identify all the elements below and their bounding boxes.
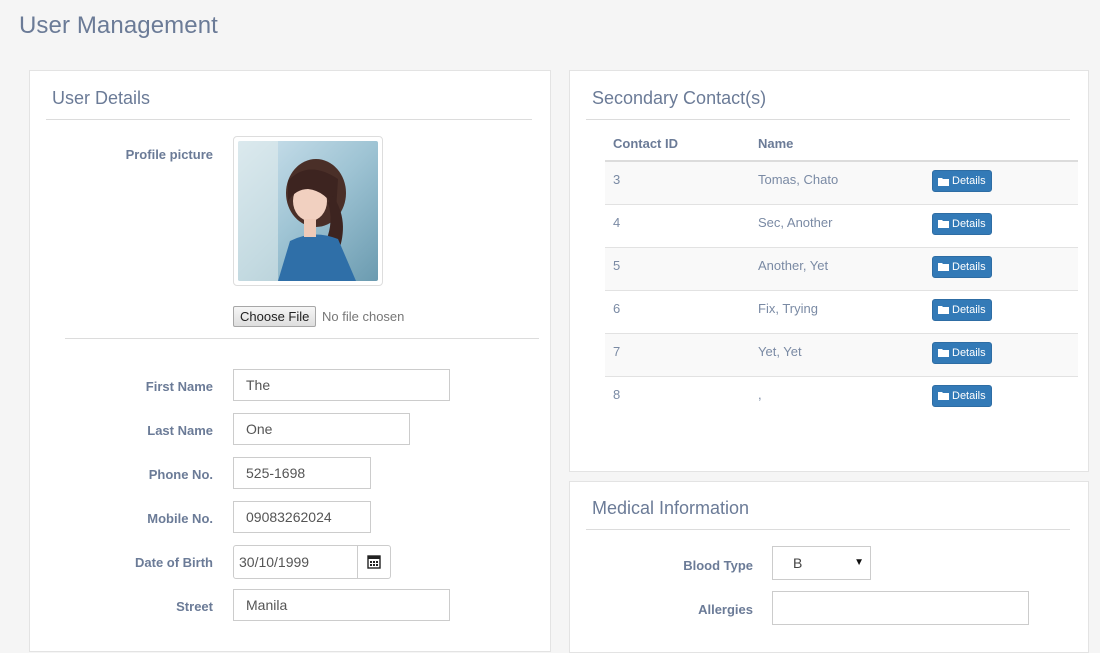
folder-icon <box>938 263 949 272</box>
secondary-contacts-panel: Secondary Contact(s) Contact ID Name 3 To… <box>569 70 1089 472</box>
details-cell: Details <box>924 246 1078 290</box>
street-input[interactable]: Manila <box>233 589 450 621</box>
divider <box>586 529 1070 530</box>
contact-name-cell: Fix, Trying <box>750 289 924 333</box>
file-status: No file chosen <box>322 309 405 324</box>
page-title: User Management <box>19 12 218 39</box>
table-row: 8, Details <box>605 375 1078 419</box>
user-details-title: User Details <box>52 88 151 108</box>
table-row: 5 Another, Yet Details <box>605 246 1078 290</box>
details-button[interactable]: Details <box>932 384 992 407</box>
calendar-icon <box>367 555 381 569</box>
table-row: 6 Fix, Trying Details <box>605 289 1078 333</box>
details-button[interactable]: Details <box>932 298 992 321</box>
divider <box>586 119 1070 120</box>
details-label: Details <box>952 303 986 316</box>
folder-icon <box>938 392 949 401</box>
details-label: Details <box>952 346 986 359</box>
contact-id-cell: 7 <box>605 332 750 376</box>
folder-icon <box>938 306 949 315</box>
details-cell: Details <box>924 375 1078 419</box>
table-row: 4 Sec, Another Details <box>605 203 1078 247</box>
caret-down-icon: ▼ <box>854 557 864 568</box>
profile-picture-label: Profile picture <box>125 147 213 162</box>
last-name-label: Last Name <box>147 423 213 438</box>
medical-panel: Medical Information Blood Type B ▼ Aller… <box>569 481 1089 653</box>
mobile-input[interactable]: 09083262024 <box>233 501 371 533</box>
phone-input[interactable]: 525-1698 <box>233 457 371 489</box>
column-header <box>924 126 1078 162</box>
details-button[interactable]: Details <box>932 212 992 235</box>
first-name-label: First Name <box>145 379 213 394</box>
contact-name-cell: Tomas, Chato <box>750 160 924 204</box>
contact-name-cell: Another, Yet <box>750 246 924 290</box>
folder-icon <box>938 349 949 358</box>
details-button[interactable]: Details <box>932 341 992 364</box>
divider <box>65 338 539 339</box>
details-cell: Details <box>924 289 1078 333</box>
folder-icon <box>938 220 949 229</box>
last-name-input[interactable]: One <box>233 413 410 445</box>
details-cell: Details <box>924 332 1078 376</box>
details-cell: Details <box>924 203 1078 247</box>
dob-label: Date of Birth <box>135 555 213 570</box>
contact-name-cell: , <box>750 375 924 419</box>
details-cell: Details <box>924 160 1078 204</box>
choose-file-button[interactable]: Choose File <box>233 306 317 327</box>
phone-label: Phone No. <box>148 467 213 482</box>
details-label: Details <box>952 175 986 187</box>
contact-id-cell: 8 <box>605 375 750 419</box>
contact-name-cell: Sec, Another <box>750 203 924 247</box>
table-row: 3 Tomas, Chato Details <box>605 160 1078 204</box>
allergies-input[interactable] <box>772 591 1029 625</box>
details-button[interactable]: Details <box>932 255 992 278</box>
street-label: Street <box>176 599 213 614</box>
table-row: 7 Yet, Yet Details <box>605 332 1078 376</box>
avatar <box>238 141 378 281</box>
secondary-contacts-title: Secondary Contact(s) <box>592 88 767 108</box>
details-label: Details <box>952 260 986 273</box>
allergies-label: Allergies <box>698 602 753 617</box>
medical-title: Medical Information <box>592 498 750 518</box>
contact-id-cell: 5 <box>605 246 750 290</box>
profile-picture <box>233 136 383 286</box>
column-header: Contact ID <box>605 126 750 162</box>
details-button[interactable]: Details <box>932 170 992 192</box>
date-picker-button[interactable] <box>357 545 391 579</box>
user-details-panel: User Details Profile picture Choose File… <box>29 70 551 652</box>
contact-id-cell: 3 <box>605 160 750 204</box>
blood-type-label: Blood Type <box>683 558 753 573</box>
mobile-label: Mobile No. <box>147 511 213 526</box>
folder-icon <box>938 177 949 186</box>
contact-name-cell: Yet, Yet <box>750 332 924 376</box>
blood-type-value: B <box>793 555 803 571</box>
first-name-input[interactable]: The <box>233 369 450 401</box>
details-label: Details <box>952 217 986 230</box>
contact-id-cell: 4 <box>605 203 750 247</box>
divider <box>46 119 532 120</box>
contacts-table: Contact ID Name 3 Tomas, Chato Details 4 Sec… <box>605 126 1078 419</box>
details-label: Details <box>952 389 986 402</box>
blood-type-select[interactable]: B ▼ <box>772 546 871 580</box>
contact-id-cell: 6 <box>605 289 750 333</box>
column-header: Name <box>750 126 924 162</box>
dob-input[interactable]: 30/10/1999 <box>233 545 358 579</box>
